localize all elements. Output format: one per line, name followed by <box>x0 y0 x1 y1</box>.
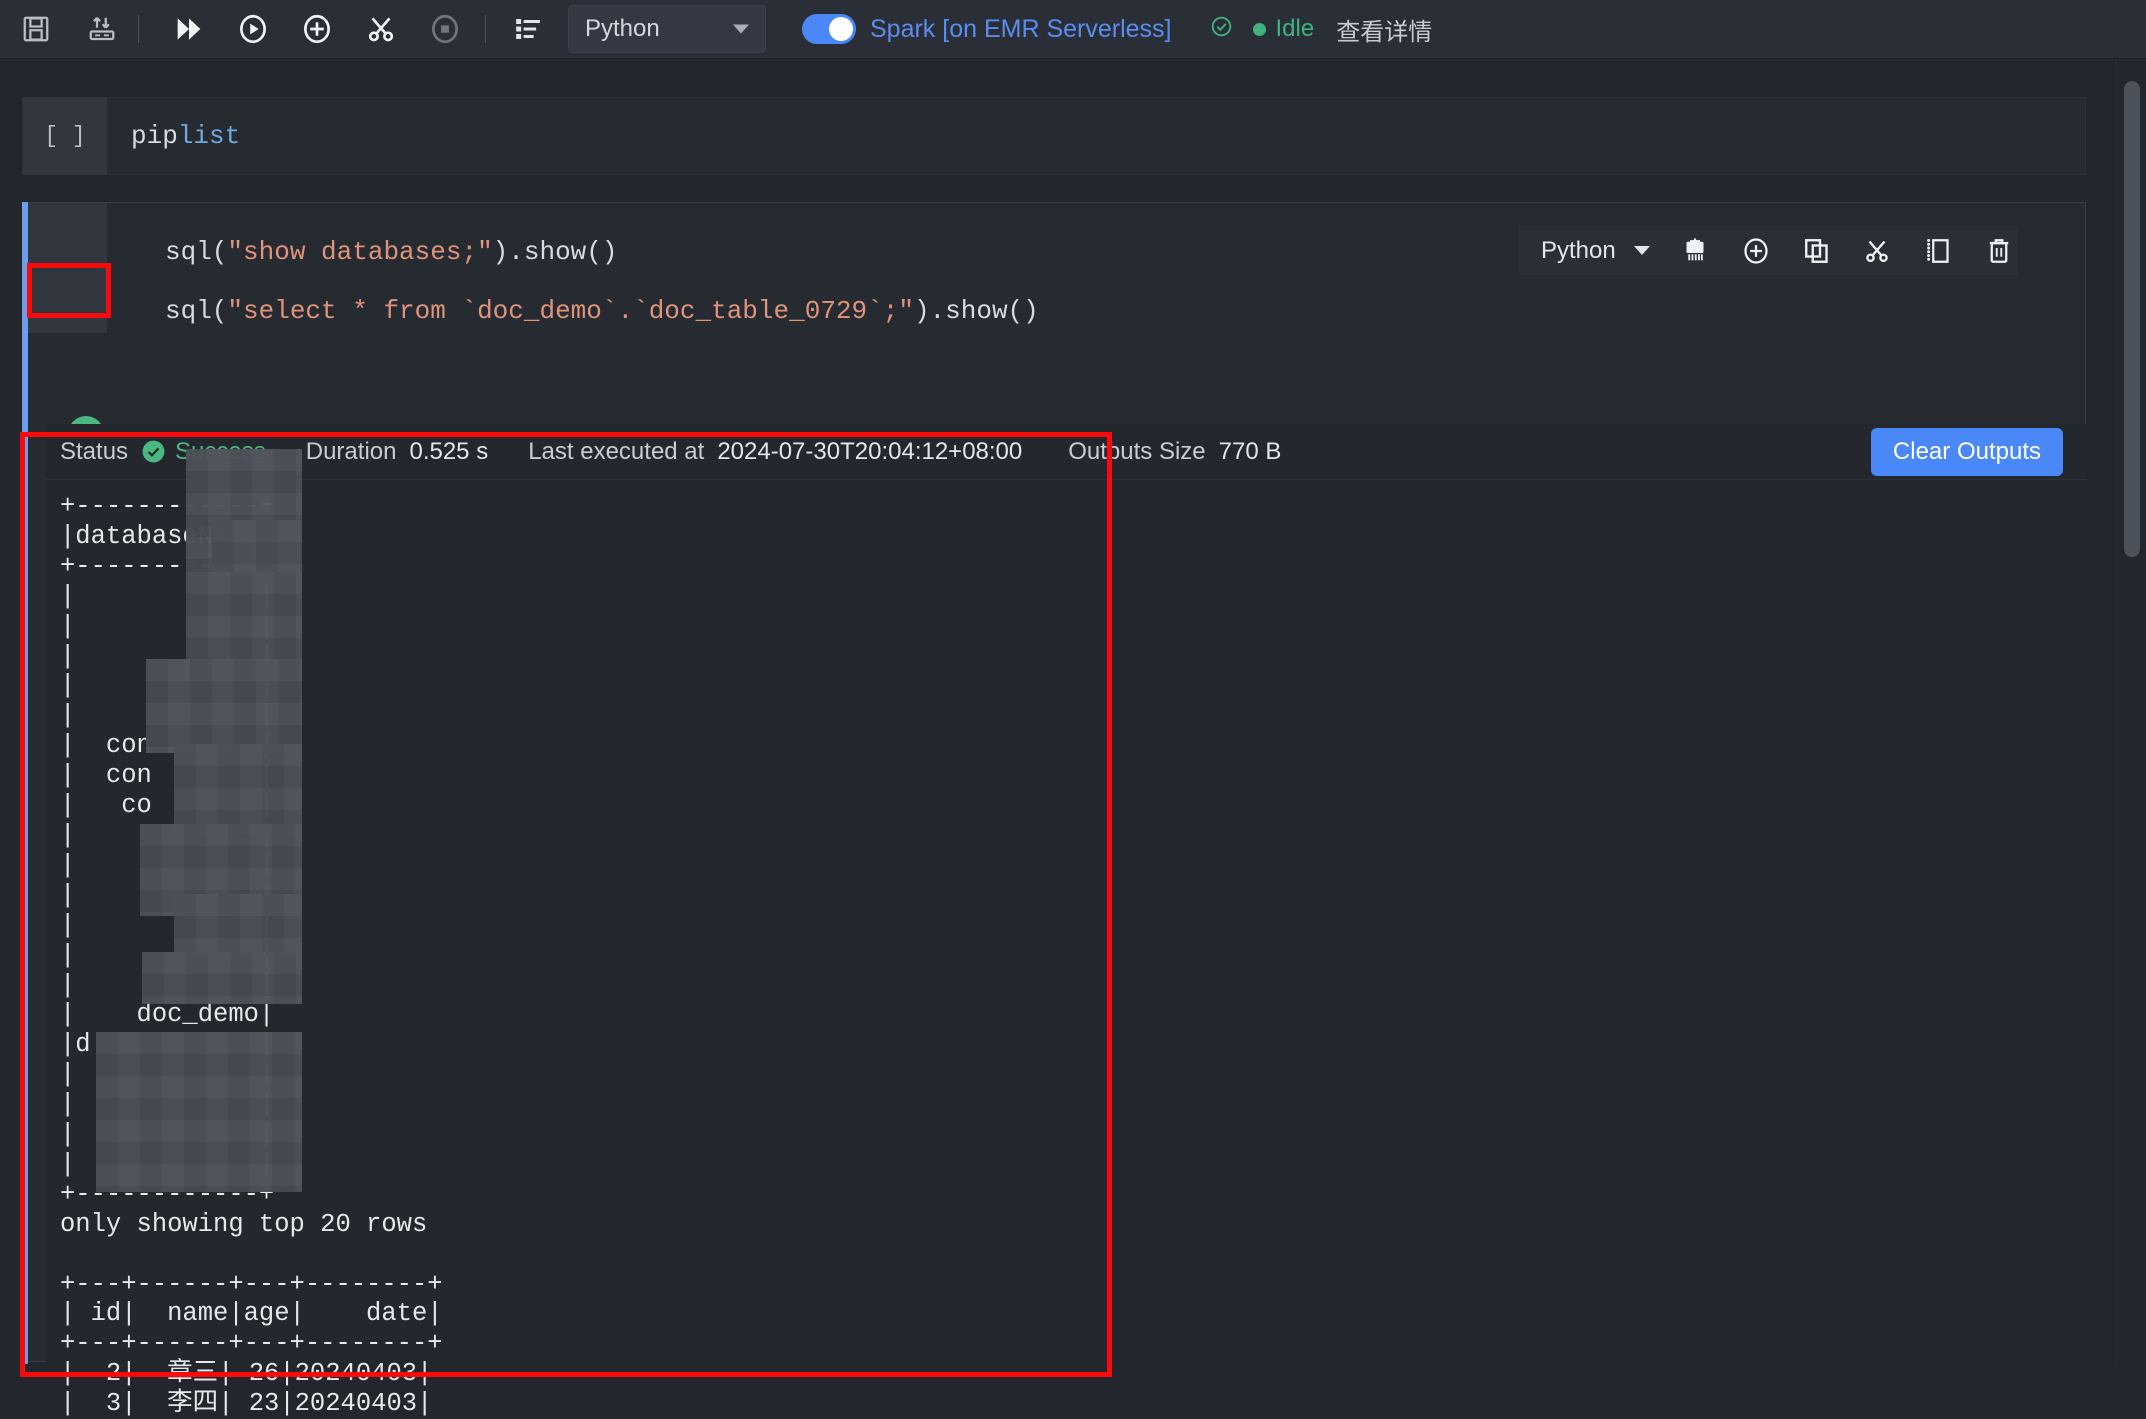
notebook-cell-2[interactable]: sql("show databases;").show() sql("selec… <box>22 202 2087 1418</box>
cell-action-toolbar: Python <box>1519 226 2018 275</box>
duration-label: Duration <box>305 437 397 465</box>
clear-outputs-button[interactable]: Clear Outputs <box>1870 427 2063 476</box>
output-status-bar: Status Success Duration 0.525 s Last exe… <box>46 424 2087 480</box>
vertical-scrollbar-track[interactable] <box>2116 59 2146 1362</box>
language-selector-label: Python <box>585 15 660 42</box>
toolbar-divider-1 <box>138 15 139 43</box>
check-circle-icon <box>1210 15 1233 43</box>
cut-cell-icon[interactable] <box>1858 230 1897 272</box>
language-selector[interactable]: Python <box>568 5 766 53</box>
code-line: sql("select * from `doc_demo`.`doc_table… <box>165 282 2087 341</box>
code-token: "show databases;" <box>227 237 493 267</box>
notebook-body: [ ] pip list sql("show databases;").show… <box>0 59 2116 1418</box>
copy-cell-icon[interactable] <box>1797 230 1836 272</box>
stop-icon[interactable] <box>423 7 467 51</box>
view-details-link[interactable]: 查看详情 <box>1336 12 1432 47</box>
output-stdout: +------------+ |databaseName| +---------… <box>60 492 443 1419</box>
save-icon[interactable] <box>14 7 58 51</box>
code-token: sql( <box>165 296 228 326</box>
kernel-status-text: Idle <box>1275 15 1315 42</box>
cell-language-label[interactable]: Python <box>1541 237 1616 265</box>
spark-label: Spark [on EMR Serverless] <box>870 14 1172 43</box>
clear-outputs-icon[interactable] <box>1676 230 1715 272</box>
notebook-cell-1[interactable]: [ ] pip list <box>22 97 2086 175</box>
code-token: list <box>177 121 241 151</box>
last-executed-label: Last executed at <box>528 437 705 465</box>
cell-1-code[interactable]: pip list <box>107 98 2085 174</box>
spark-toggle[interactable] <box>802 14 856 44</box>
outputs-size-value: 770 B <box>1218 437 1282 465</box>
kernel-status-group: Idle 查看详情 <box>1210 12 1432 47</box>
cell-1-prompt[interactable]: [ ] <box>23 98 107 174</box>
cut-cell-icon[interactable] <box>359 7 403 51</box>
code-token: sql( <box>165 237 228 267</box>
duration-value: 0.525 s <box>409 437 489 465</box>
add-cell-icon[interactable] <box>295 7 339 51</box>
cell-selection-bar <box>22 202 28 1364</box>
add-cell-icon[interactable] <box>1736 230 1775 272</box>
code-token: "select * from `doc_demo`.`doc_table_072… <box>227 296 914 326</box>
run-all-icon[interactable] <box>167 7 211 51</box>
last-executed-value: 2024-07-30T20:04:12+08:00 <box>717 437 1023 465</box>
status-value: Success <box>175 437 266 465</box>
status-label: Status <box>60 437 129 465</box>
code-token: pip <box>131 121 178 151</box>
run-cell-icon[interactable] <box>231 7 275 51</box>
cell-output-panel: Status Success Duration 0.525 s Last exe… <box>46 424 2087 1418</box>
outline-icon[interactable] <box>506 7 550 51</box>
main-toolbar: Python Spark [on EMR Serverless] Idle 查看… <box>0 0 2146 59</box>
code-token: ).show() <box>492 237 618 267</box>
import-export-icon[interactable] <box>80 7 124 51</box>
chevron-down-icon[interactable] <box>1633 246 1650 255</box>
cell-2-gutter <box>28 203 107 333</box>
paste-cell-icon[interactable] <box>1919 230 1958 272</box>
chevron-down-icon <box>733 24 749 34</box>
idle-status-dot <box>1252 22 1266 36</box>
success-check-icon <box>141 439 166 464</box>
spark-toggle-group[interactable]: Spark [on EMR Serverless] <box>802 14 1172 44</box>
outputs-size-label: Outputs Size <box>1068 437 1206 465</box>
vertical-scrollbar-thumb[interactable] <box>2124 81 2140 557</box>
toolbar-divider-2 <box>485 15 486 43</box>
delete-cell-icon[interactable] <box>1979 230 2018 272</box>
code-token: ).show() <box>913 296 1039 326</box>
toggle-knob <box>829 17 853 41</box>
